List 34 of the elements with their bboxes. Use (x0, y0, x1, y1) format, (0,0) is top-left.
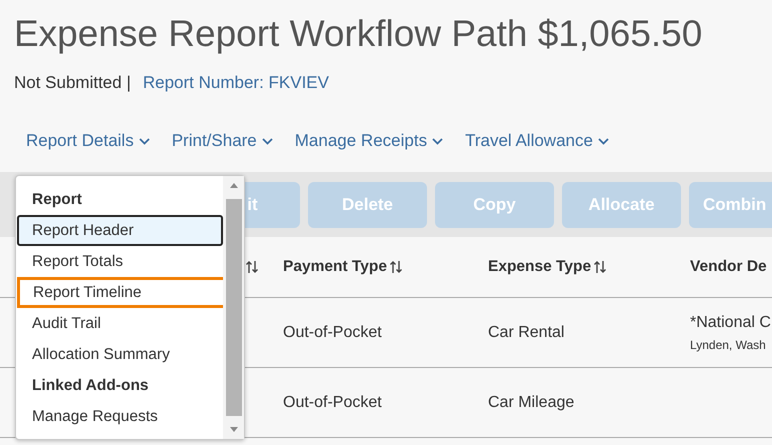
table-cell-text: Out-of-Pocket (283, 394, 383, 412)
table-cell: *National C (690, 314, 772, 332)
page-title: Expense Report Workflow Path $1,065.50 (13, 12, 704, 56)
chevron-down-icon (262, 138, 273, 144)
nav-menu-link[interactable]: Manage Receipts (294, 130, 444, 152)
menu-heading: Linked Add-ons (31, 376, 150, 396)
chevron-down-icon (138, 138, 150, 144)
chevron-down-icon (432, 138, 444, 144)
sort-icon[interactable] (245, 260, 259, 274)
nav-menu-link[interactable]: Travel Allowance (465, 130, 609, 152)
sort-icon[interactable] (593, 260, 608, 274)
scrollbar-thumb[interactable] (226, 199, 242, 416)
menu-item[interactable]: Report Header (17, 215, 223, 246)
menu-item[interactable]: Audit Trail (17, 308, 223, 339)
status-text: Not Submitted | (14, 72, 131, 94)
scrollbar[interactable] (223, 176, 244, 439)
chevron-down-icon (598, 138, 609, 144)
column-header[interactable]: Vendor De (690, 258, 767, 276)
report-number-text: Report Number: FKVIEV (142, 72, 329, 94)
table-cell-text: Out-of-Pocket (283, 324, 383, 342)
scroll-down-icon[interactable] (230, 427, 238, 432)
menu-heading: Report (31, 190, 83, 210)
column-header[interactable]: Payment Type (283, 258, 387, 276)
menu-item[interactable]: Allocation Summary (17, 339, 223, 370)
nav-menu-link[interactable]: Report Details (26, 130, 150, 152)
scroll-up-icon[interactable] (230, 183, 238, 188)
nav-menu-link[interactable]: Print/Share (172, 130, 273, 152)
menu-item[interactable]: Manage Requests (17, 401, 223, 432)
menu-item[interactable]: Report Totals (17, 246, 223, 277)
column-header[interactable]: Expense Type (488, 258, 592, 276)
table-cell-text: Car Rental (488, 324, 566, 342)
table-cell-text: Car Mileage (488, 394, 576, 412)
sort-icon[interactable] (388, 260, 403, 274)
vendor-location-text: Lynden, Wash (690, 338, 767, 352)
